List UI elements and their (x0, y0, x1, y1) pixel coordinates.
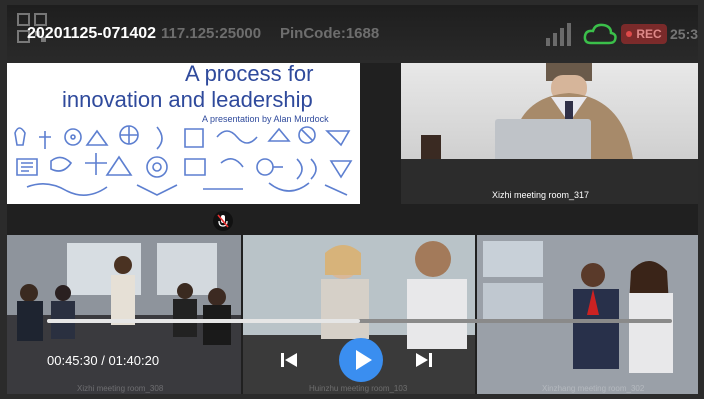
slide-title-line2: innovation and leadership (62, 87, 313, 112)
meeting-player: 20201125-071402 117.125:25000 PinCode:16… (7, 5, 698, 394)
camera-scene (7, 235, 241, 394)
slide-doodles (14, 125, 353, 196)
shared-slide[interactable]: A process for innovation and leadership … (7, 63, 360, 204)
rec-label: REC (636, 27, 662, 41)
camera-tile-308[interactable] (7, 235, 241, 394)
mic-muted-icon[interactable] (213, 211, 233, 231)
server-address: 117.125:25000 (161, 25, 262, 42)
camera-tile-302[interactable] (477, 235, 698, 394)
top-status-bar: 20201125-071402 117.125:25000 PinCode:16… (7, 5, 698, 63)
camera-label-317: Xizhi meeting room_317 (492, 190, 590, 200)
camera-label-302: Xinzhang meeting room_302 (542, 384, 645, 393)
camera-label-308: Xizhi meeting room_308 (77, 384, 164, 393)
recording-timestamp: 20201125-071402 (27, 25, 157, 42)
cloud-icon (583, 23, 617, 45)
playback-time: 00:45:30 / 01:40:20 (47, 353, 160, 368)
rec-time: 25:30 (670, 26, 698, 42)
rec-badge[interactable]: REC (621, 24, 667, 44)
skip-next-icon[interactable] (414, 350, 434, 370)
camera-label-103: Huinzhu meeting room_103 (309, 384, 408, 393)
pin-code: PinCode:1688 (280, 25, 380, 42)
progress-fill (47, 319, 360, 323)
signal-icon (546, 23, 571, 46)
progress-bar[interactable] (47, 319, 672, 323)
rec-dot-icon (626, 31, 633, 37)
camera-tile-317[interactable]: Xizhi meeting room_317 (401, 63, 698, 204)
play-button[interactable] (339, 338, 383, 382)
play-icon (356, 350, 372, 370)
camera-scene (477, 235, 698, 394)
slide-title-line1: A process for (185, 63, 314, 86)
skip-previous-icon[interactable] (279, 350, 299, 370)
